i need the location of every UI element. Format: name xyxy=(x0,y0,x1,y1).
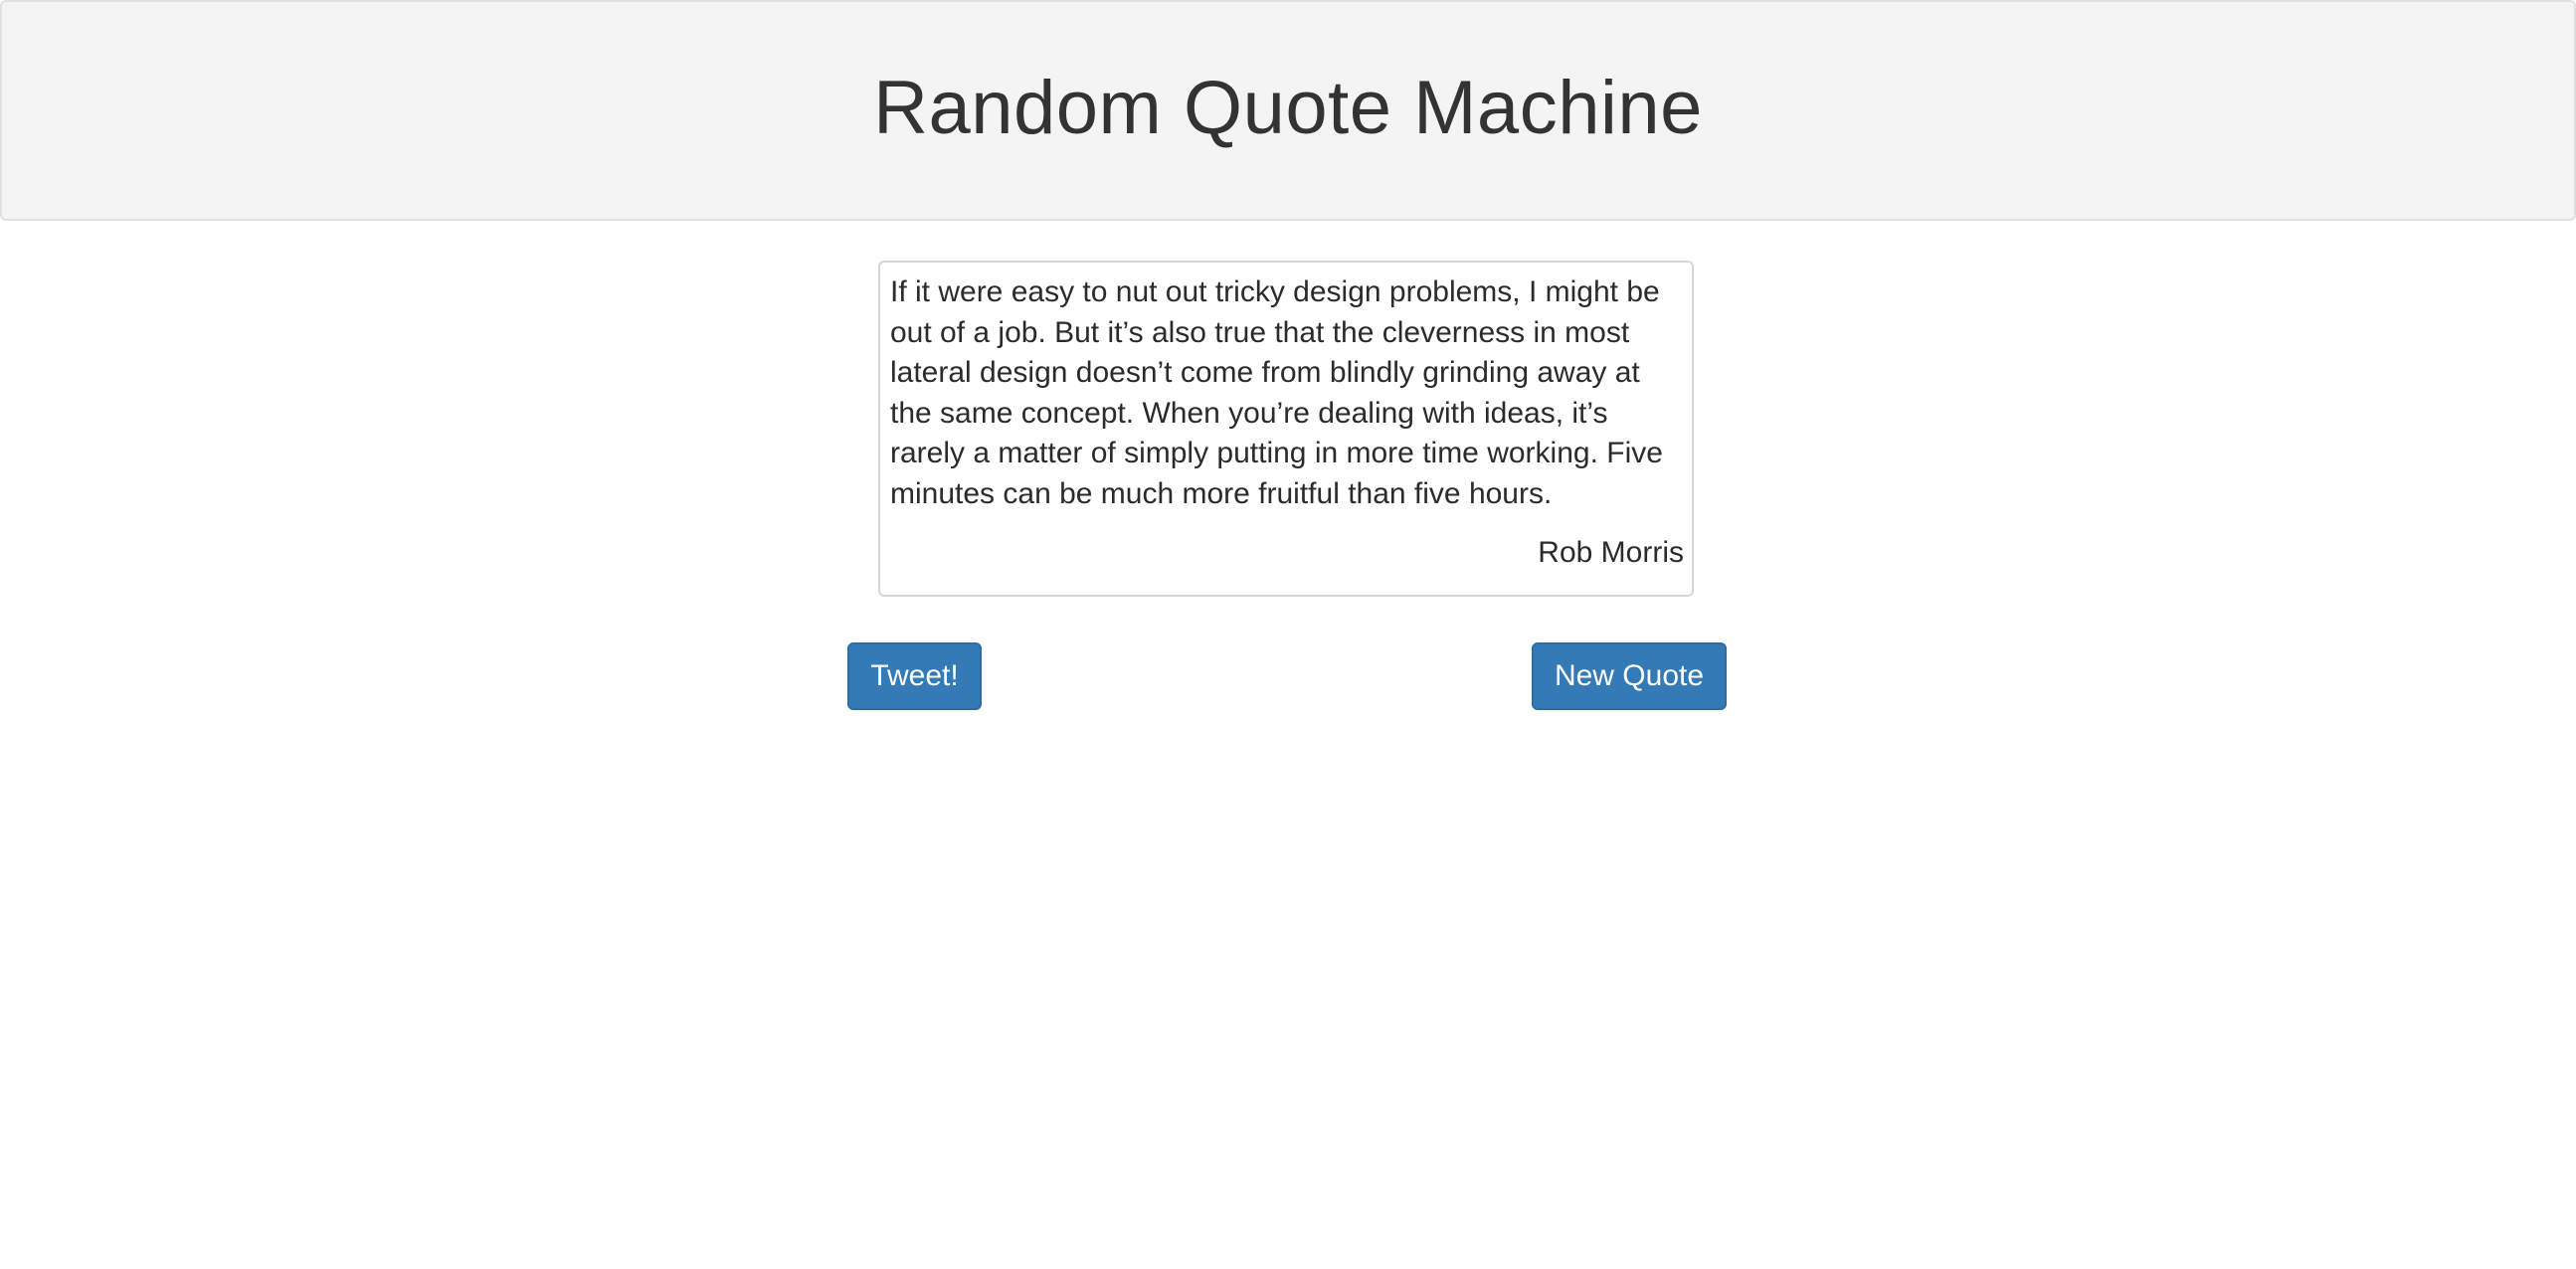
page-title: Random Quote Machine xyxy=(873,65,1703,150)
header-jumbotron: Random Quote Machine xyxy=(0,0,2576,221)
new-quote-button[interactable]: New Quote xyxy=(1532,642,1727,710)
quote-text: If it were easy to nut out tricky design… xyxy=(890,275,1663,510)
quote-box: If it were easy to nut out tricky design… xyxy=(878,261,1694,597)
tweet-button[interactable]: Tweet! xyxy=(847,642,982,710)
quote-author: Rob Morris xyxy=(1538,536,1684,569)
